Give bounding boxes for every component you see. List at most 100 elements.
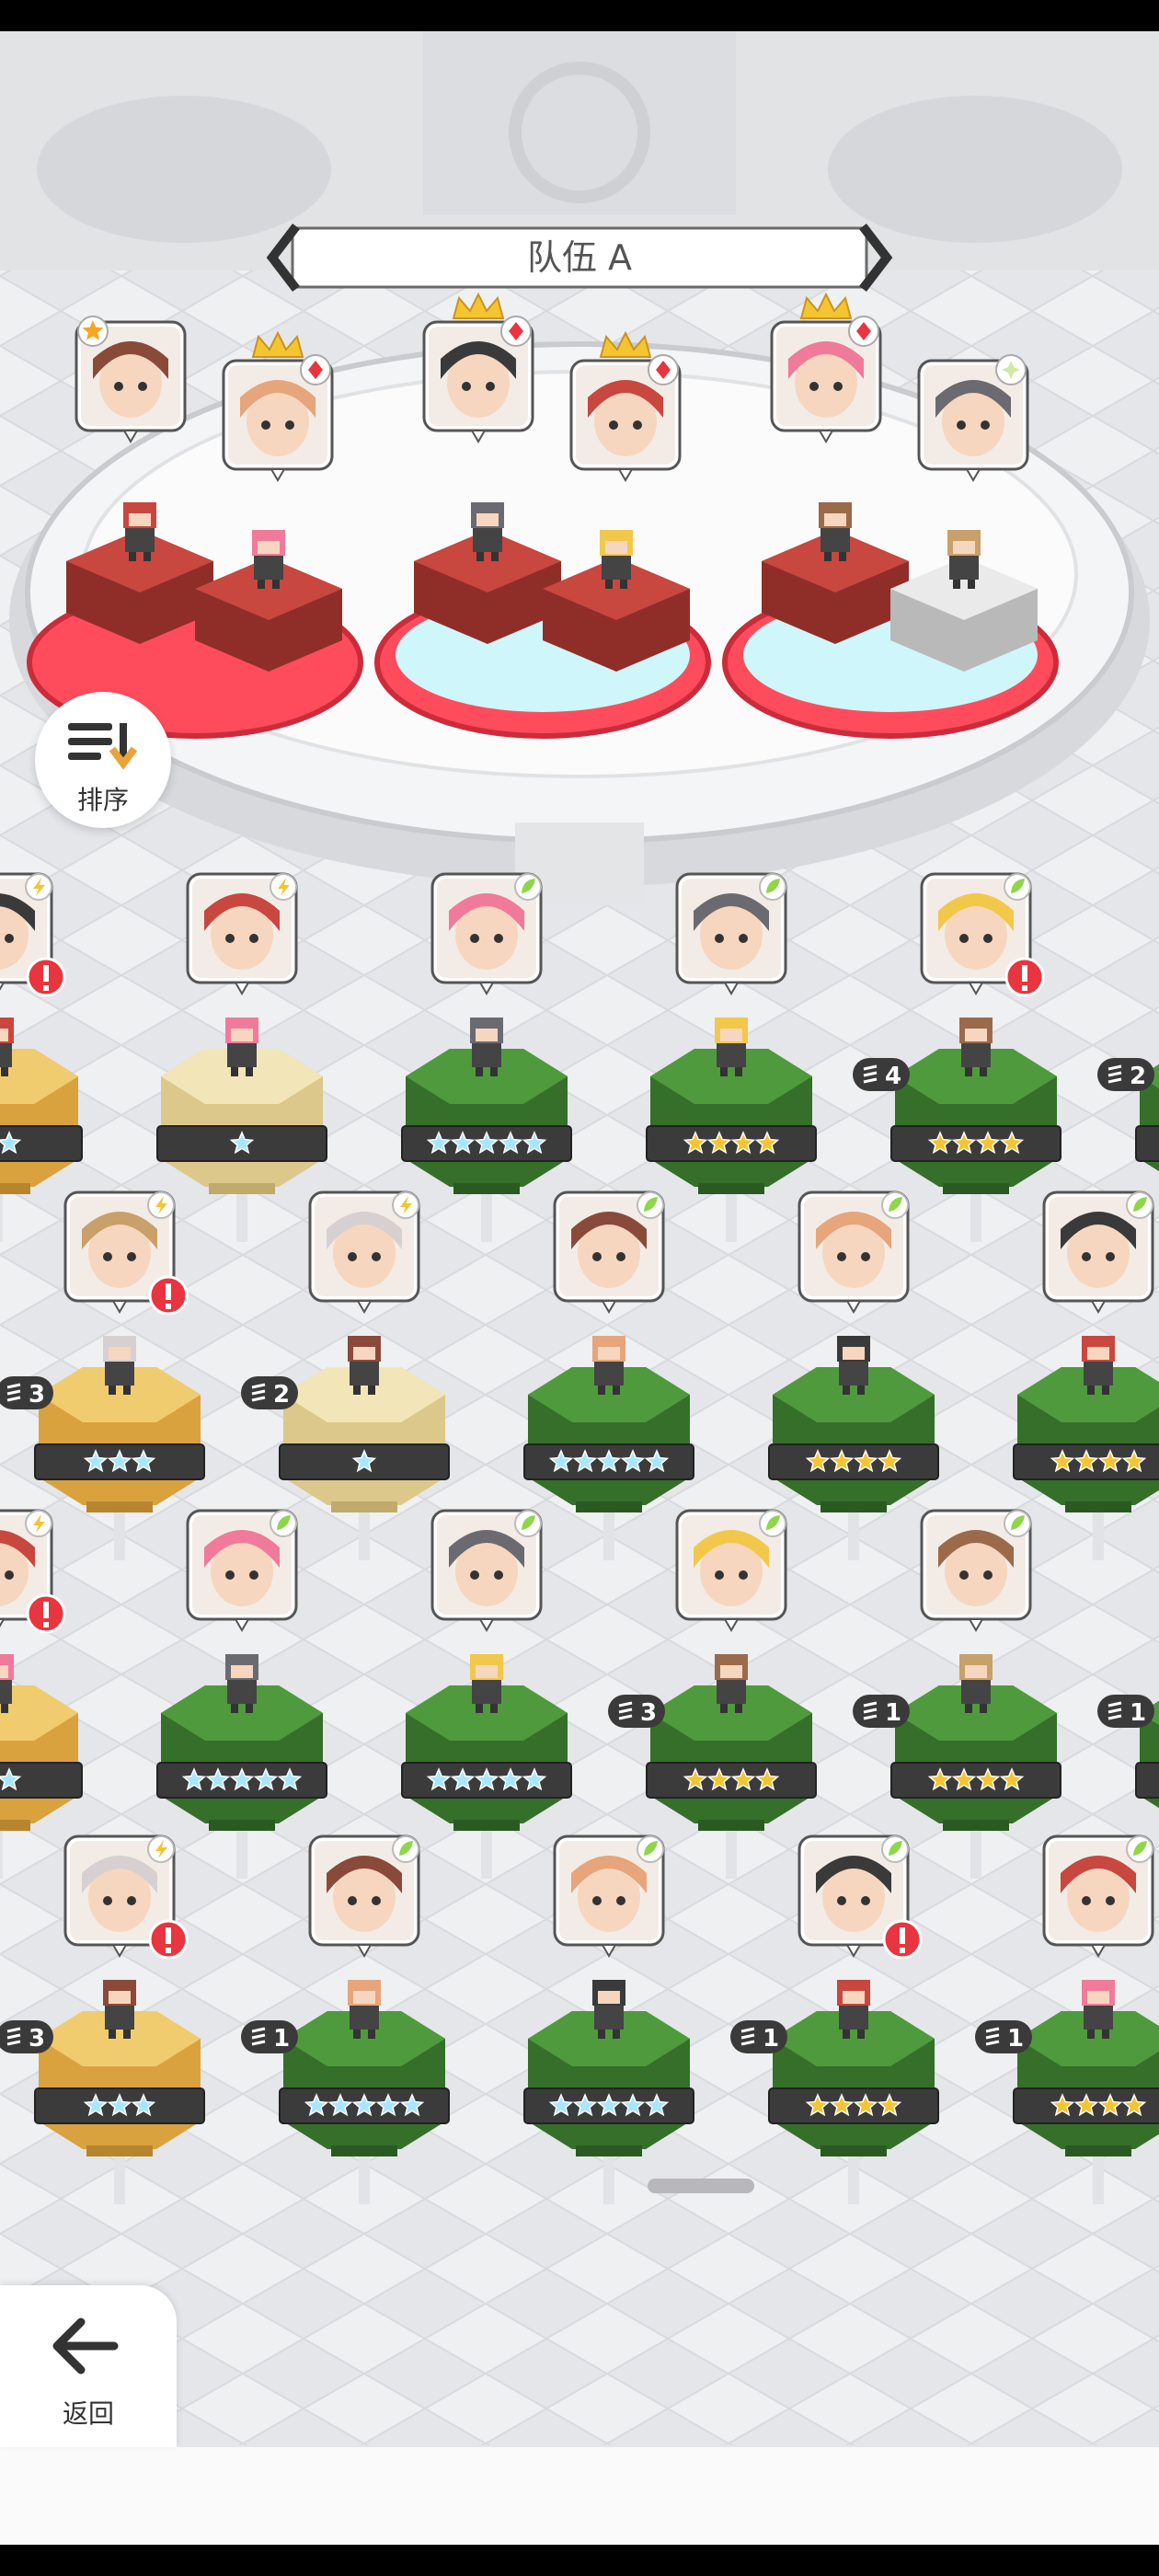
sprite-face <box>0 1665 8 1678</box>
hero-base-bottom <box>0 1820 30 1831</box>
hero-eye <box>1106 1896 1115 1905</box>
sprite-face <box>1087 1347 1109 1360</box>
hero-card[interactable] <box>523 1834 694 2204</box>
star-rating-bar <box>646 1125 817 1162</box>
sprite-leg <box>857 2030 865 2039</box>
hero-base-bottom <box>331 2145 397 2156</box>
sprite-leg <box>490 1067 498 1076</box>
hero-card[interactable] <box>401 1509 572 1879</box>
alert-dot <box>1022 985 1027 991</box>
hero-card[interactable]: 3 <box>608 1509 817 1879</box>
sprite-leg <box>598 1386 605 1395</box>
hero-card[interactable]: 3 <box>0 1834 205 2204</box>
hero-card[interactable]: 1 <box>975 1834 1159 2204</box>
back-label: 返回 <box>62 2398 114 2429</box>
alert-dot <box>166 1304 171 1309</box>
hero-eye <box>127 1896 136 1905</box>
hero-eye <box>1082 1252 1091 1261</box>
hero-base-bottom <box>698 1183 764 1194</box>
sprite-leg <box>246 1704 253 1713</box>
sprite-leg <box>246 1067 253 1076</box>
sprite-body <box>105 1362 134 1386</box>
sprite-leg <box>353 2030 361 2039</box>
sprite-face <box>598 1347 620 1360</box>
star-rating-bar <box>890 1762 1061 1799</box>
sprite-body <box>350 1362 379 1386</box>
sprite-body <box>961 1043 991 1067</box>
hero-eye <box>715 1570 724 1580</box>
sprite-face <box>231 1665 253 1678</box>
sprite-body <box>961 1680 991 1704</box>
sprite-leg <box>1087 1386 1095 1395</box>
hero-eye <box>739 1570 748 1580</box>
hero-card[interactable] <box>523 1190 694 1560</box>
hero-card[interactable] <box>156 1509 327 1879</box>
hero-card[interactable]: 2 <box>1097 874 1159 1242</box>
sprite-face <box>843 1347 865 1360</box>
sprite-leg <box>720 1067 728 1076</box>
sprite-body <box>594 1362 624 1386</box>
hero-base-bottom <box>209 1820 275 1831</box>
hero-card[interactable]: 4 <box>853 872 1061 1242</box>
hero-base-bottom <box>0 1183 30 1194</box>
hero-card[interactable] <box>646 872 817 1242</box>
sprite-leg <box>735 1067 742 1076</box>
duplicate-count: 3 <box>29 2025 45 2053</box>
sprite-leg <box>1102 1386 1109 1395</box>
hero-card[interactable] <box>0 872 83 1242</box>
sprite-leg <box>613 1386 620 1395</box>
sprite-leg <box>368 2030 375 2039</box>
hero-base-bottom <box>1065 1501 1131 1512</box>
sprite-leg <box>1 1704 8 1713</box>
hero-card[interactable]: 1 <box>853 1509 1061 1879</box>
sprite-face <box>476 1029 498 1041</box>
hero-card[interactable]: 2 <box>241 1190 450 1560</box>
portrait-pointer <box>356 1944 373 1958</box>
hero-eye <box>837 1896 846 1905</box>
duplicate-count: 1 <box>273 2025 290 2053</box>
hero-eye <box>470 934 479 943</box>
portrait-pointer <box>1090 1300 1107 1314</box>
drag-handle[interactable] <box>648 2179 754 2193</box>
duplicate-count: 2 <box>1130 1063 1146 1090</box>
alert-dot <box>166 1948 171 1953</box>
hero-card[interactable] <box>401 872 572 1242</box>
sprite-leg <box>1102 2030 1109 2039</box>
sprite-leg <box>353 1386 361 1395</box>
hero-eye <box>372 1252 381 1261</box>
portrait-pointer <box>478 1618 495 1632</box>
hero-card[interactable] <box>0 1509 83 1879</box>
duplicate-count: 1 <box>1130 1699 1146 1727</box>
hero-eye <box>959 1570 969 1580</box>
duplicate-count: 4 <box>885 1063 901 1090</box>
portrait-pointer <box>968 982 984 995</box>
sprite-leg <box>980 1067 987 1076</box>
alert-mark <box>1022 965 1027 982</box>
system-nav-bar <box>0 2545 1159 2576</box>
hero-eye <box>372 1896 381 1905</box>
hero-base-bottom <box>820 2145 887 2156</box>
duplicate-count: 1 <box>885 1699 901 1727</box>
portrait-pointer <box>968 1618 984 1632</box>
duplicate-count: 1 <box>1007 2025 1024 2053</box>
hero-eye <box>225 1570 235 1580</box>
hero-eye <box>103 1896 112 1905</box>
hero-card[interactable]: 3 <box>0 1190 205 1560</box>
portrait-pointer <box>356 1300 373 1314</box>
sprite-leg <box>857 1386 865 1395</box>
hero-eye <box>861 1896 870 1905</box>
hero-eye <box>983 1570 993 1580</box>
portrait-pointer <box>478 982 495 995</box>
sprite-leg <box>613 2030 620 2039</box>
hero-base-bottom <box>86 2145 153 2156</box>
hero-card[interactable] <box>156 872 327 1242</box>
alert-dot <box>43 1622 49 1627</box>
hero-card[interactable]: 1 <box>1097 1511 1159 1879</box>
sprite-body <box>594 2006 624 2030</box>
portrait-pointer <box>601 1300 617 1314</box>
back-button[interactable]: 返回 <box>0 2285 177 2447</box>
hero-card[interactable] <box>768 1190 939 1560</box>
hero-card[interactable]: 1 <box>241 1834 450 2204</box>
hero-card[interactable] <box>1013 1190 1159 1560</box>
hero-card[interactable]: 1 <box>730 1834 939 2204</box>
